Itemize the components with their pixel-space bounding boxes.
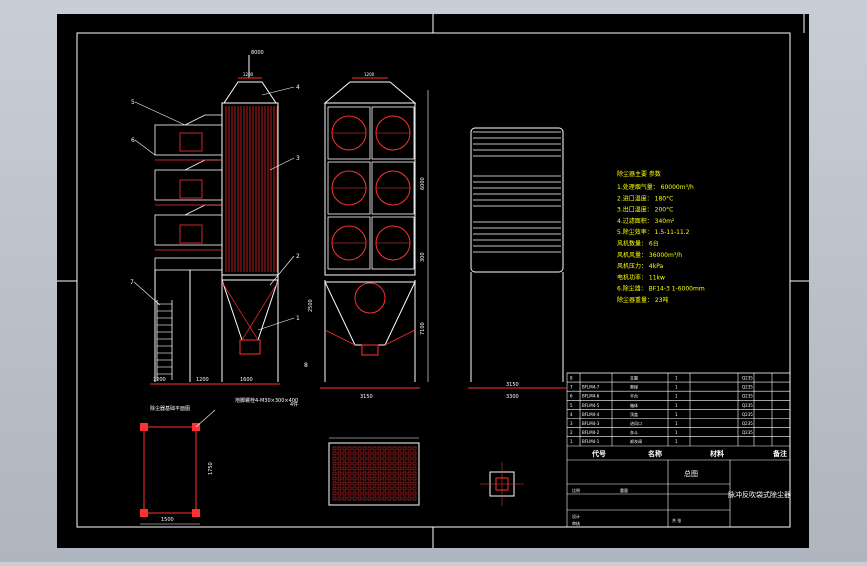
dim-left-2: 1200 xyxy=(196,377,209,383)
balloon-4: 4 xyxy=(296,84,300,91)
dim-side-width: 3150 xyxy=(360,394,373,400)
balloon-6: 6 xyxy=(131,137,135,144)
dim-height-2500: 2500 xyxy=(308,299,314,312)
dim-height-7100: 7100 xyxy=(420,322,426,335)
spec-line: 3.出口温度： 200°C xyxy=(617,206,673,214)
parts-cell: BFLM4-7 xyxy=(582,385,600,390)
spec-line: 1.处理烟气量： 60000m³/h xyxy=(617,183,694,191)
header-part-no: 代号 xyxy=(591,449,606,458)
parts-cell: BFLM4-2 xyxy=(582,430,600,435)
parts-cell: 箱体 xyxy=(630,402,638,408)
parts-cell: 支腿 xyxy=(630,375,638,381)
parts-cell: Q235 xyxy=(742,412,753,417)
parts-cell: BFLM4-3 xyxy=(582,421,600,426)
balloon-3: 3 xyxy=(296,155,300,162)
balloon-8: 8 xyxy=(304,362,308,369)
drawing-title: 脉冲反吹袋式除尘器 xyxy=(728,490,791,499)
parts-cell: 进风口 xyxy=(630,420,642,426)
drawing-sheet xyxy=(57,14,809,548)
dim-rear-1: 3150 xyxy=(506,382,519,388)
checker-label: 审核 xyxy=(572,520,580,526)
dim-left-3: 1600 xyxy=(240,377,253,383)
parts-cell: Q235 xyxy=(742,421,753,426)
spec-line: 风机数量： 6台 xyxy=(617,240,659,248)
weight-label: 重量 xyxy=(620,487,628,493)
drawing-canvas[interactable]: 8000 1200 1200 1200 1600 地脚螺栓4-M30×300×4… xyxy=(0,0,867,562)
parts-cell: 顶盖 xyxy=(630,411,638,417)
header-material: 材料 xyxy=(709,449,724,458)
header-name: 名称 xyxy=(648,449,662,458)
parts-cell: 平台 xyxy=(630,393,638,399)
balloon-7: 7 xyxy=(130,279,134,286)
dim-left-1: 1200 xyxy=(153,377,166,383)
spec-line: 除尘器重量： 23吨 xyxy=(617,296,669,304)
parts-cell: 卸灰阀 xyxy=(630,438,642,444)
parts-cell: BFLM4-5 xyxy=(582,403,600,408)
cad-drawing-window: 8000 1200 1200 1200 1600 地脚螺栓4-M30×300×4… xyxy=(0,0,867,562)
dim-top-width: 1200 xyxy=(243,72,254,77)
spec-line: 2.进口温度： 180°C xyxy=(617,194,673,202)
dim-rear-2: 3300 xyxy=(506,394,519,400)
parts-cell: Q235 xyxy=(742,376,753,381)
assembly-label: 总图 xyxy=(684,469,698,478)
parts-cell: BFLM4-1 xyxy=(582,439,600,444)
plan-dim-height: 1750 xyxy=(208,462,214,475)
parts-cell: Q235 xyxy=(742,385,753,390)
dim-height-300: 300 xyxy=(420,252,426,262)
spec-line: 6.除尘器： BF14-3 1-6000mm xyxy=(617,285,705,293)
balloon-5: 5 xyxy=(131,99,135,106)
spec-line: 4.过滤面积： 340m² xyxy=(617,217,675,225)
balloon-2: 2 xyxy=(296,253,300,260)
qty-note: 4件 xyxy=(290,401,298,408)
plan-dim-width: 1500 xyxy=(161,517,174,523)
parts-cell: Q235 xyxy=(742,403,753,408)
parts-cell: 灰斗 xyxy=(630,429,638,435)
spec-heading: 除尘器主要 参数 xyxy=(617,170,661,178)
parts-cell: BFLM4-6 xyxy=(582,394,600,399)
designer-label: 设计 xyxy=(572,513,580,519)
spec-line: 风机压力： 4kPa xyxy=(617,262,664,270)
spec-line: 风机风量： 36000m³/h xyxy=(617,251,682,259)
sheet-label: 共 张 xyxy=(672,517,681,523)
parts-cell: BFLM4-4 xyxy=(582,412,600,417)
scale-label: 比例 xyxy=(572,487,580,493)
parts-cell: Q235 xyxy=(742,394,753,399)
dim-total-height: 8000 xyxy=(251,50,264,56)
parts-cell: 爬梯 xyxy=(630,384,638,390)
balloon-1: 1 xyxy=(296,315,300,322)
dim-side-top: 1200 xyxy=(364,72,375,77)
anchor-note: 地脚螺栓4-M30×300×400 xyxy=(235,397,298,404)
header-remark: 备注 xyxy=(772,449,787,458)
parts-cell: Q235 xyxy=(742,430,753,435)
dim-height-6000: 6000 xyxy=(420,177,426,190)
spec-line: 5.除尘效率： 1.5-11-11.2 xyxy=(617,228,690,236)
foundation-title: 除尘器基础平面图 xyxy=(150,405,190,412)
spec-line: 电机功率： 11kw xyxy=(617,273,665,281)
